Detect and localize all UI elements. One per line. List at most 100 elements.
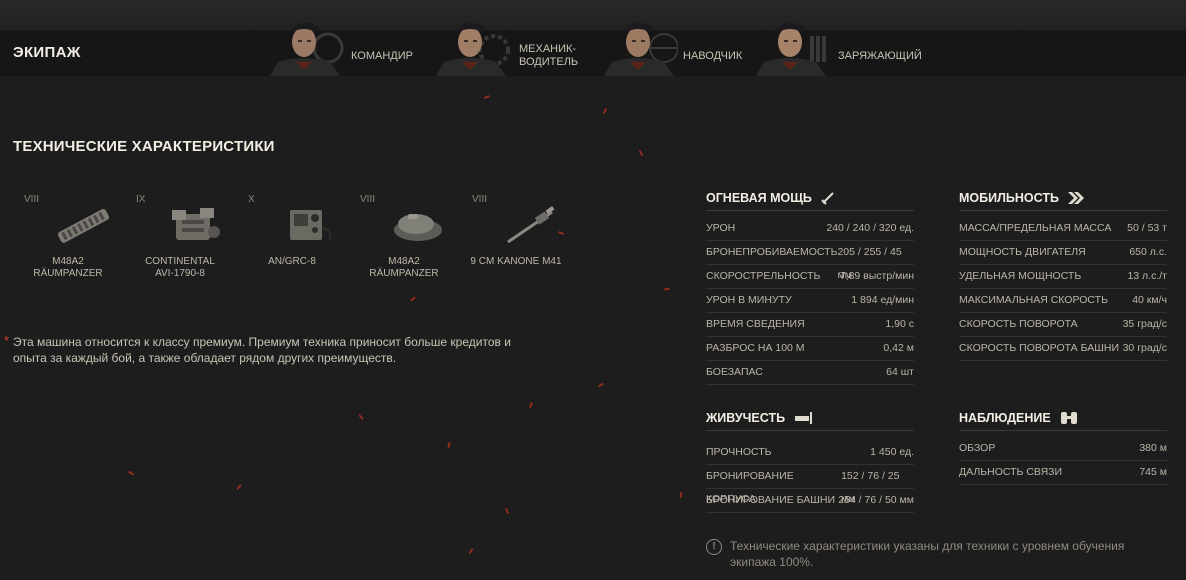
spark-decoration xyxy=(529,401,533,409)
stat-label: ВРЕМЯ СВЕДЕНИЯ xyxy=(706,318,805,330)
commander-portrait-icon xyxy=(270,22,344,76)
module-name: M48A2 RÄUMPANZER xyxy=(33,256,103,279)
premium-note-text: Эта машина относится к классу премиум. П… xyxy=(13,335,511,365)
stat-row: УРОН В МИНУТУ 1 894 ед/мин xyxy=(706,289,914,313)
crew-member-gunner[interactable]: НАВОДЧИК xyxy=(600,10,750,76)
stat-label: МАКСИМАЛЬНАЯ СКОРОСТЬ xyxy=(959,294,1108,306)
stat-row: БОЕЗАПАС 64 шт xyxy=(706,361,914,385)
module-tier: IX xyxy=(136,194,146,205)
stat-value: 7,89 выстр/мин xyxy=(839,270,914,282)
turret-icon xyxy=(394,214,442,241)
stat-label: СКОРОСТЬ ПОВОРОТА xyxy=(959,318,1078,330)
crew-role-label: НАВОДЧИК xyxy=(683,50,743,62)
stat-label: РАЗБРОС НА 100 М xyxy=(706,342,805,354)
crew-role-label: ЗАРЯЖАЮЩИЙ xyxy=(838,50,922,62)
premium-note: * Эта машина относится к классу премиум.… xyxy=(4,333,533,366)
firepower-group: ОГНЕВАЯ МОЩЬ УРОН 240 / 240 / 320 ед. БРО… xyxy=(706,188,914,385)
stat-row: РАЗБРОС НА 100 М 0,42 м xyxy=(706,337,914,361)
stat-value: 745 м xyxy=(1139,466,1167,478)
crew-role-label: МЕХАНИК- ВОДИТЕЛЬ xyxy=(519,43,579,68)
gunner-portrait-icon xyxy=(604,22,678,76)
crew-title: ЭКИПАЖ xyxy=(13,44,81,61)
stat-row: МАКСИМАЛЬНАЯ СКОРОСТЬ 40 км/ч xyxy=(959,289,1167,313)
radio-icon xyxy=(290,210,332,241)
module-name: AN/GRC-8 xyxy=(268,256,316,267)
stat-row: ОБЗОР 380 м xyxy=(959,437,1167,461)
stat-label: МОЩНОСТЬ ДВИГАТЕЛЯ xyxy=(959,246,1086,258)
stat-row: БРОНИРОВАНИЕ КОРПУСА 152 / 76 / 25 мм xyxy=(706,465,914,505)
mobility-rows: МАССА/ПРЕДЕЛЬНАЯ МАССА 50 / 53 т МОЩНОСТЬ… xyxy=(959,217,1167,361)
module-tier: VIII xyxy=(360,194,376,205)
stat-value: 30 град/с xyxy=(1122,342,1167,354)
stat-value: 40 км/ч xyxy=(1132,294,1167,306)
asterisk-icon: * xyxy=(4,333,10,348)
crew-member-commander[interactable]: КОМАНДИР xyxy=(266,10,416,76)
group-title-text: ОГНЕВАЯ МОЩЬ xyxy=(706,191,812,205)
stat-row: ДАЛЬНОСТЬ СВЯЗИ 745 м xyxy=(959,461,1167,485)
survivability-group: ЖИВУЧЕСТЬ ПРОЧНОСТЬ 1 450 ед. БРОНИРОВАНИ… xyxy=(706,408,914,513)
mobility-title: МОБИЛЬНОСТЬ xyxy=(959,188,1167,211)
module-tier: VIII xyxy=(472,194,488,205)
chevrons-icon xyxy=(1067,192,1084,204)
stat-label: УРОН В МИНУТУ xyxy=(706,294,792,306)
stat-value: 35 град/с xyxy=(1122,318,1167,330)
spark-decoration xyxy=(127,470,135,476)
module-tier: VIII xyxy=(24,194,40,205)
stat-label: БОЕЗАПАС xyxy=(706,366,763,378)
spark-decoration xyxy=(468,547,474,555)
stat-value: 240 / 240 / 320 ед. xyxy=(826,222,914,234)
gun-icon xyxy=(507,206,555,244)
mobility-group: МОБИЛЬНОСТЬ МАССА/ПРЕДЕЛЬНАЯ МАССА 50 / 5… xyxy=(959,188,1167,361)
stat-value: 380 м xyxy=(1139,442,1167,454)
stat-row: БРОНЕПРОБИВАЕМОСТЬ 205 / 255 / 45 мм xyxy=(706,241,914,281)
stat-value: 152 / 76 / 25 мм xyxy=(841,470,900,505)
spark-decoration xyxy=(410,296,416,302)
stat-value: 50 / 53 т xyxy=(1127,222,1167,234)
stat-label: ПРОЧНОСТЬ xyxy=(706,446,772,458)
firepower-rows: УРОН 240 / 240 / 320 ед. БРОНЕПРОБИВАЕМОС… xyxy=(706,217,914,385)
stat-value: 1,90 с xyxy=(885,318,914,330)
stat-row: СКОРОСТРЕЛЬНОСТЬ 7,89 выстр/мин xyxy=(706,265,914,289)
stat-row: МАССА/ПРЕДЕЛЬНАЯ МАССА 50 / 53 т xyxy=(959,217,1167,241)
spark-decoration xyxy=(505,507,509,515)
spark-decoration xyxy=(447,441,451,449)
stat-label: БРОНЕПРОБИВАЕМОСТЬ xyxy=(706,246,838,258)
spark-decoration xyxy=(358,414,364,420)
top-background xyxy=(0,0,1186,30)
stat-label: ДАЛЬНОСТЬ СВЯЗИ xyxy=(959,466,1063,478)
stat-value: 0,42 м xyxy=(883,342,914,354)
spark-decoration xyxy=(638,149,644,157)
stat-row: ПРОЧНОСТЬ 1 450 ед. xyxy=(706,441,914,465)
stat-label: БРОНИРОВАНИЕ КОРПУСА xyxy=(706,470,794,505)
spark-decoration xyxy=(236,484,242,490)
stat-value: 205 / 255 / 45 мм xyxy=(837,246,902,281)
health-bar-icon xyxy=(795,412,813,424)
engine-icon xyxy=(172,208,220,240)
stat-value: 13 л.с./т xyxy=(1127,270,1167,282)
group-title-text: ЖИВУЧЕСТЬ xyxy=(706,411,786,425)
module-name: CONTINENTAL AVI-1790-8 xyxy=(145,256,215,279)
observation-rows: ОБЗОР 380 м ДАЛЬНОСТЬ СВЯЗИ 745 м xyxy=(959,437,1167,485)
spark-decoration xyxy=(597,382,605,388)
stat-label: СКОРОСТРЕЛЬНОСТЬ xyxy=(706,270,821,282)
sword-icon xyxy=(821,192,834,205)
stat-value: 650 л.с. xyxy=(1129,246,1167,258)
observation-group: НАБЛЮДЕНИЕ ОБЗОР 380 м ДАЛЬНОСТЬ СВЯЗИ 745… xyxy=(959,408,1167,485)
stat-label: СКОРОСТЬ ПОВОРОТА БАШНИ xyxy=(959,342,1120,354)
driver-portrait-icon xyxy=(436,22,510,76)
crew-member-loader[interactable]: ЗАРЯЖАЮЩИЙ xyxy=(752,10,922,76)
specs-title: ТЕХНИЧЕСКИЕ ХАРАКТЕРИСТИКИ xyxy=(13,138,275,155)
stat-row: СКОРОСТЬ ПОВОРОТА 35 град/с xyxy=(959,313,1167,337)
stat-label: УРОН xyxy=(706,222,736,234)
survivability-rows: ПРОЧНОСТЬ 1 450 ед. БРОНИРОВАНИЕ КОРПУСА 1… xyxy=(706,441,914,513)
crew-member-driver[interactable]: МЕХАНИК- ВОДИТЕЛЬ xyxy=(432,10,582,76)
stat-value: 254 / 76 / 50 мм xyxy=(838,494,914,506)
stat-row: УРОН 240 / 240 / 320 ед. xyxy=(706,217,914,241)
stat-row: СКОРОСТЬ ПОВОРОТА БАШНИ 30 град/с xyxy=(959,337,1167,361)
footer-note: ! Технические характеристики указаны для… xyxy=(706,538,1146,570)
stat-label: БРОНИРОВАНИЕ БАШНИ xyxy=(706,494,836,506)
module-name: M48A2 RÄUMPANZER xyxy=(369,256,439,279)
group-title-text: МОБИЛЬНОСТЬ xyxy=(959,191,1059,205)
group-title-text: НАБЛЮДЕНИЕ xyxy=(959,411,1051,425)
module-name: 9 CM KANONE M41 xyxy=(470,256,562,267)
